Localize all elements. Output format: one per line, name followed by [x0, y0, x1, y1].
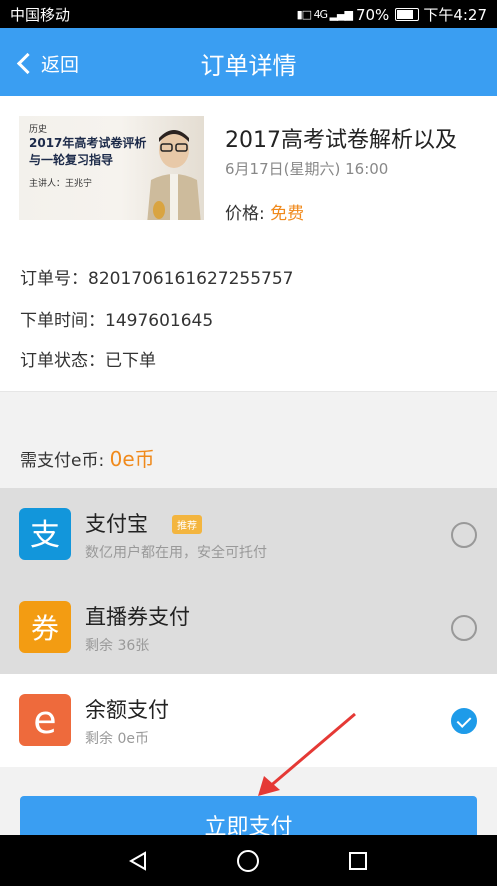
ticket-name: 直播券支付 — [85, 605, 190, 629]
alipay-radio[interactable] — [451, 522, 477, 548]
price-row: 价格: 免费 — [225, 199, 304, 224]
ticket-icon: 券 — [19, 601, 71, 653]
nav-bar: 返回 订单详情 — [0, 28, 497, 96]
course-title: 2017高考试卷解析以及 — [225, 128, 457, 153]
amount-due-section: 需支付e币: 0e币 — [0, 422, 497, 488]
amount-due-value: 0e币 — [109, 447, 155, 471]
order-number-value: 8201706161627255757 — [88, 269, 294, 289]
teacher-photo — [147, 130, 201, 220]
amount-due-label: 需支付e币: — [20, 451, 105, 471]
thumb-title-line1: 2017年高考试卷评析 — [29, 136, 147, 150]
system-nav-bar — [0, 835, 497, 886]
order-number-row: 订单号：8201706161627255757 — [20, 264, 294, 289]
svg-text:支: 支 — [30, 518, 60, 553]
order-time-value: 1497601645 — [105, 311, 214, 331]
alipay-name: 支付宝 — [85, 512, 148, 536]
status-right: ▮□ 4G ▂▄▆ 70% 下午4:27 — [297, 4, 487, 25]
payment-method-balance[interactable]: e 余额支付 剩余 0e币 — [0, 674, 497, 767]
triangle-back-icon — [128, 850, 146, 871]
circle-home-icon — [237, 849, 259, 872]
system-home-button[interactable] — [218, 835, 278, 886]
battery-percent: 70% — [355, 5, 390, 24]
system-back-button[interactable] — [108, 835, 168, 886]
order-info-card: 历史 2017年高考试卷评析 与一轮复习指导 主讲人：王兆宁 2017高考试卷解… — [0, 96, 497, 391]
order-time-row: 下单时间：1497601645 — [20, 306, 213, 331]
balance-name: 余额支付 — [85, 698, 169, 722]
payment-method-alipay[interactable]: 支 支付宝 推荐 数亿用户都在用，安全可托付 — [0, 488, 497, 581]
recommended-badge: 推荐 — [172, 515, 202, 534]
price-label: 价格: — [225, 204, 265, 224]
battery-icon — [395, 8, 420, 21]
balance-radio-checked[interactable] — [451, 708, 477, 734]
signal-icon: ▮□ 4G ▂▄▆ — [296, 8, 353, 21]
course-thumbnail[interactable]: 历史 2017年高考试卷评析 与一轮复习指导 主讲人：王兆宁 — [19, 116, 204, 220]
system-recents-button[interactable] — [328, 835, 388, 886]
thumb-title-line2: 与一轮复习指导 — [29, 153, 114, 167]
order-number-label: 订单号： — [20, 269, 88, 289]
square-recents-icon — [349, 851, 367, 870]
order-status-label: 订单状态： — [20, 351, 105, 371]
section-divider — [0, 391, 497, 392]
status-bar: 中国移动 ▮□ 4G ▂▄▆ 70% 下午4:27 — [0, 0, 497, 28]
ticket-remaining: 剩余 36张 — [85, 638, 150, 654]
alipay-icon: 支 — [19, 508, 71, 560]
order-status-row: 订单状态：已下单 — [20, 346, 156, 371]
carrier-name: 中国移动 — [10, 6, 71, 24]
page-title: 订单详情 — [200, 52, 297, 80]
order-status-value: 已下单 — [105, 351, 156, 371]
balance-icon: e — [19, 694, 71, 746]
price-value: 免费 — [270, 204, 305, 224]
course-time: 6月17日(星期六) 16:00 — [225, 160, 389, 178]
thumb-teacher: 主讲人：王兆宁 — [29, 179, 93, 189]
amount-due-row: 需支付e币: 0e币 — [20, 443, 155, 472]
balance-remaining: 剩余 0e币 — [85, 731, 149, 747]
ticket-radio[interactable] — [451, 615, 477, 641]
payment-method-ticket[interactable]: 券 直播券支付 剩余 36张 — [0, 581, 497, 674]
clock: 下午4:27 — [423, 6, 487, 24]
order-time-label: 下单时间： — [20, 311, 105, 331]
alipay-description: 数亿用户都在用，安全可托付 — [85, 545, 267, 561]
